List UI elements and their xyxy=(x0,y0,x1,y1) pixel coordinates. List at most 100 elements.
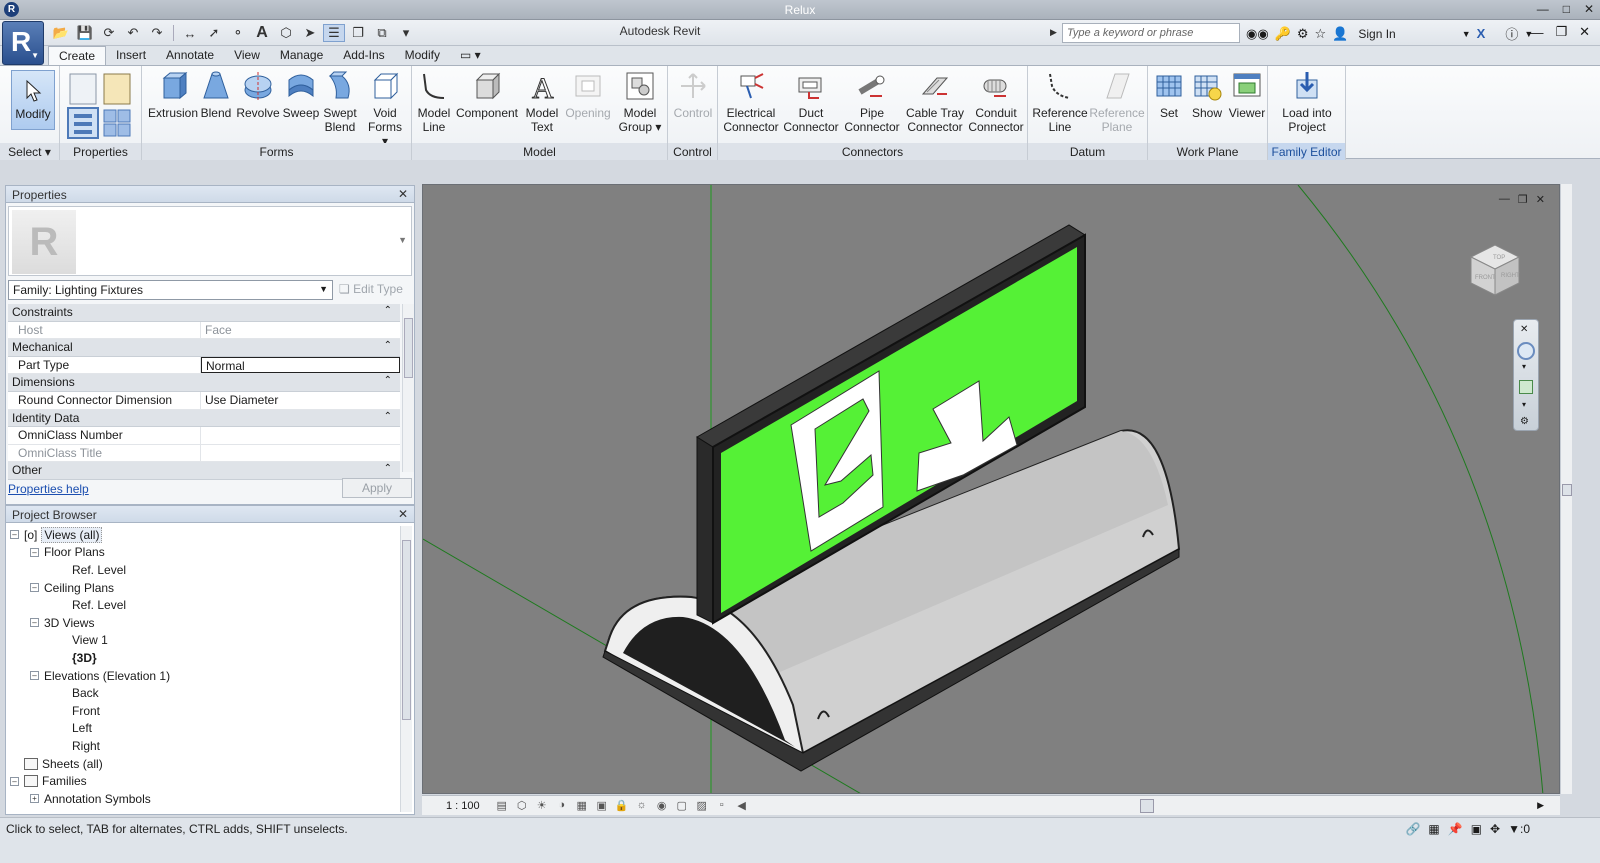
collapse-icon[interactable]: – xyxy=(10,776,19,786)
tree-node-ceiling-ref-level[interactable]: Ref. Level xyxy=(10,596,170,614)
electrical-connector-button[interactable]: Electrical Connector xyxy=(722,70,780,134)
close-hidden-icon[interactable]: ❐ xyxy=(347,24,369,42)
close-icon[interactable]: ✕ xyxy=(1579,24,1590,40)
undo-icon[interactable]: ↶ xyxy=(122,24,144,42)
sweep-button[interactable]: Sweep xyxy=(282,70,320,120)
search-expand-icon[interactable]: ▶ xyxy=(1050,27,1057,38)
text-icon[interactable]: A xyxy=(251,24,273,42)
restore-icon[interactable]: ❐ xyxy=(1555,24,1567,40)
tab-manage[interactable]: Manage xyxy=(270,46,333,66)
group-dimensions[interactable]: Dimensions ⌃ xyxy=(8,374,400,392)
omniclass-number-field[interactable] xyxy=(201,427,400,444)
component-button[interactable]: Component xyxy=(454,70,520,120)
viewcube-icon[interactable]: TOP FRONT RIGHT xyxy=(1463,237,1527,301)
edit-type-button[interactable]: ❏ Edit Type xyxy=(339,282,403,296)
tag-icon[interactable]: ⚬ xyxy=(227,24,249,42)
constraints-icon[interactable]: ▫ xyxy=(714,799,730,812)
show-work-plane-button[interactable]: Show xyxy=(1188,70,1226,120)
duct-connector-button[interactable]: Duct Connector xyxy=(782,70,840,134)
ribbon-toggle-icon[interactable]: ▭ ▾ xyxy=(450,46,491,66)
temporary-hide-icon[interactable]: ☼ xyxy=(634,799,650,812)
close-icon[interactable]: ✕ xyxy=(1520,324,1528,335)
select-by-face-icon[interactable]: ▣ xyxy=(1471,822,1482,836)
viewport-vertical-scrollbar[interactable] xyxy=(1560,184,1572,794)
sync-icon[interactable]: ⟳ xyxy=(98,24,120,42)
tab-insert[interactable]: Insert xyxy=(106,46,156,66)
lock-3d-icon[interactable]: 🔒 xyxy=(614,799,630,812)
expand-icon[interactable]: + xyxy=(30,794,39,804)
save-icon[interactable]: 💾 xyxy=(74,24,96,42)
tree-node-annotation-symbols[interactable]: + Annotation Symbols xyxy=(10,790,170,808)
redo-icon[interactable]: ↷ xyxy=(146,24,168,42)
options-icon[interactable]: ⚙ xyxy=(1520,416,1529,427)
reference-plane-button[interactable]: Reference Plane xyxy=(1088,70,1146,134)
collapse-icon[interactable]: – xyxy=(30,618,39,628)
drag-elements-icon[interactable]: ✥ xyxy=(1490,822,1500,836)
minimize-icon[interactable]: — xyxy=(1499,193,1510,206)
chevron-down-icon[interactable]: ▾ xyxy=(1522,400,1526,409)
os-minimize-icon[interactable]: — xyxy=(1537,2,1549,16)
dimension-icon[interactable]: ➚ xyxy=(203,24,225,42)
close-icon[interactable]: ✕ xyxy=(398,507,408,521)
chevron-down-icon[interactable]: ▼ xyxy=(1462,29,1471,39)
tab-create[interactable]: Create xyxy=(48,46,107,66)
select-underlay-icon[interactable]: ▦ xyxy=(1428,822,1439,836)
os-maximize-icon[interactable]: □ xyxy=(1563,2,1570,16)
subscription-icon[interactable]: 🔑 xyxy=(1275,26,1291,42)
browser-scrollbar[interactable] xyxy=(400,526,412,812)
scroll-right-icon[interactable]: ▶ xyxy=(1537,800,1544,811)
collapse-icon[interactable]: – xyxy=(30,583,39,593)
tree-node-views-all[interactable]: – [o] Views (all) xyxy=(10,526,170,544)
model-text-button[interactable]: A Model Text xyxy=(522,70,562,135)
model-line-button[interactable]: Model Line xyxy=(416,70,452,134)
application-menu-button[interactable]: R ▼ xyxy=(2,21,44,65)
thin-lines-icon[interactable]: ☰ xyxy=(323,24,345,42)
model-group-button[interactable]: Model Group ▾ xyxy=(616,70,664,134)
close-icon[interactable]: ✕ xyxy=(398,187,408,201)
restore-icon[interactable]: ❐ xyxy=(1518,193,1528,206)
open-icon[interactable]: 📂 xyxy=(50,24,72,42)
zoom-region-icon[interactable] xyxy=(1519,380,1533,394)
view-scale[interactable]: 1 : 100 xyxy=(422,800,494,812)
reveal-hidden-icon[interactable]: ◉ xyxy=(654,799,670,812)
opening-button[interactable]: Opening xyxy=(562,70,614,120)
communication-icon[interactable]: ⚙ xyxy=(1297,26,1309,42)
tab-modify[interactable]: Modify xyxy=(395,46,450,66)
shadows-icon[interactable]: ◑ xyxy=(554,799,570,812)
filter-icon[interactable]: ▼:0 xyxy=(1508,822,1530,836)
tab-view[interactable]: View xyxy=(224,46,270,66)
tree-node-ceiling-plans[interactable]: – Ceiling Plans xyxy=(10,579,170,597)
collapse-icon[interactable]: – xyxy=(30,547,39,557)
group-mechanical[interactable]: Mechanical ⌃ xyxy=(8,339,400,357)
collapse-icon[interactable]: – xyxy=(30,671,39,681)
tab-add-ins[interactable]: Add-Ins xyxy=(333,46,394,66)
group-constraints[interactable]: Constraints ⌃ xyxy=(8,304,400,322)
close-icon[interactable]: ✕ xyxy=(1536,193,1545,206)
crop-view-icon[interactable]: ▦ xyxy=(574,799,590,812)
tree-node-front[interactable]: Front xyxy=(10,702,170,720)
detail-level-icon[interactable]: ▤ xyxy=(494,799,510,812)
collapse-icon[interactable]: – xyxy=(10,530,19,540)
apply-button[interactable]: Apply xyxy=(342,478,412,498)
sign-in-button[interactable]: Sign In xyxy=(1358,27,1395,41)
type-selector-preview[interactable]: R ▼ xyxy=(8,206,412,276)
section-icon[interactable]: ➤ xyxy=(299,24,321,42)
scrollbar-thumb[interactable] xyxy=(404,318,413,378)
extrusion-button[interactable]: Extrusion xyxy=(148,70,198,120)
tree-node-elevations[interactable]: – Elevations (Elevation 1) xyxy=(10,667,170,685)
help-icon[interactable]: ⓘ xyxy=(1505,24,1518,43)
modify-button[interactable]: Modify xyxy=(11,70,55,130)
work-plane-viewer-button[interactable]: Viewer xyxy=(1228,70,1266,120)
reference-line-button[interactable]: Reference Line xyxy=(1030,70,1090,134)
tree-node-right[interactable]: Right xyxy=(10,737,170,755)
horizontal-scrollbar-thumb[interactable] xyxy=(1140,799,1154,813)
part-type-field[interactable]: Normal xyxy=(201,356,400,374)
control-button[interactable]: Control xyxy=(670,70,716,120)
cable-tray-connector-button[interactable]: Cable Tray Connector xyxy=(904,70,966,134)
scrollbar-thumb[interactable] xyxy=(402,540,411,720)
tab-annotate[interactable]: Annotate xyxy=(156,46,224,66)
select-links-icon[interactable]: 🔗 xyxy=(1405,822,1420,836)
minimize-icon[interactable]: — xyxy=(1530,25,1543,40)
tree-node-left[interactable]: Left xyxy=(10,720,170,738)
3d-view-icon[interactable]: ⬡ xyxy=(275,24,297,42)
